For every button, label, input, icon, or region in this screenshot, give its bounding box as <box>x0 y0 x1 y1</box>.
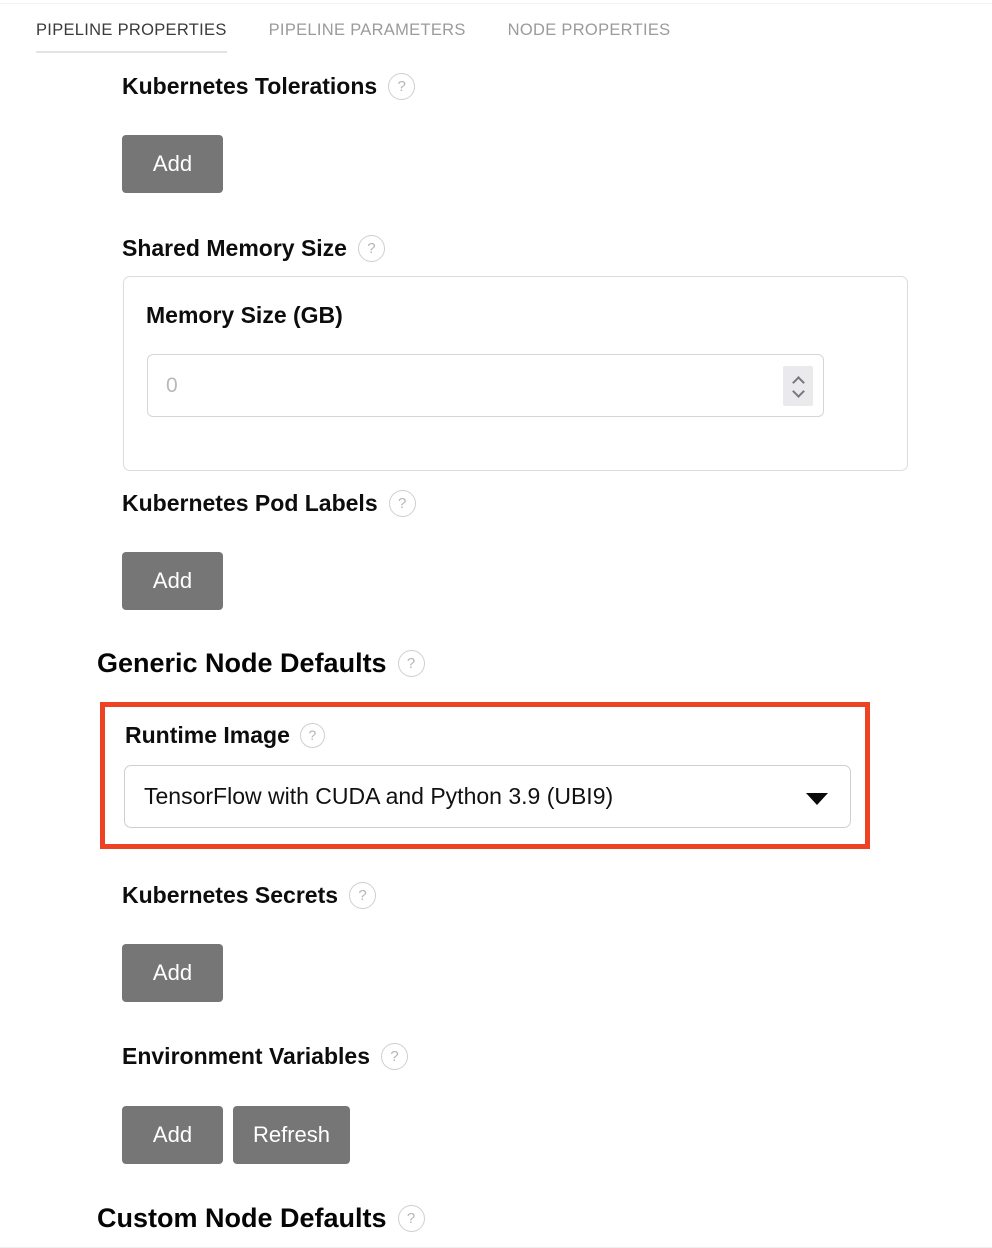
pipeline-properties-panel: Kubernetes Tolerations ? Add Shared Memo… <box>0 62 992 1248</box>
shared-memory-size-label-text: Shared Memory Size <box>122 235 347 261</box>
environment-variables-label-text: Environment Variables <box>122 1043 370 1069</box>
memory-size-label-text: Memory Size (GB) <box>146 302 343 328</box>
kubernetes-tolerations-label: Kubernetes Tolerations ? <box>122 72 416 100</box>
runtime-image-highlight-box: Runtime Image ? TensorFlow with CUDA and… <box>100 702 870 849</box>
tab-node-properties[interactable]: NODE PROPERTIES <box>508 20 671 53</box>
tab-bar: PIPELINE PROPERTIES PIPELINE PARAMETERS … <box>0 20 992 62</box>
tab-pipeline-properties[interactable]: PIPELINE PROPERTIES <box>36 20 227 53</box>
runtime-image-select[interactable]: TensorFlow with CUDA and Python 3.9 (UBI… <box>124 765 851 828</box>
help-icon[interactable]: ? <box>349 881 377 909</box>
runtime-image-label-text: Runtime Image <box>125 722 290 748</box>
kubernetes-pod-labels-label-text: Kubernetes Pod Labels <box>122 490 378 516</box>
kubernetes-secrets-label-text: Kubernetes Secrets <box>122 882 339 908</box>
refresh-environment-variables-button[interactable]: Refresh <box>233 1106 351 1164</box>
kubernetes-secrets-label: Kubernetes Secrets ? <box>122 881 377 909</box>
generic-node-defaults-heading: Generic Node Defaults ? <box>97 647 425 679</box>
generic-node-defaults-heading-text: Generic Node Defaults <box>97 648 387 678</box>
help-icon[interactable]: ? <box>388 489 416 517</box>
chevron-down-icon[interactable] <box>793 388 804 395</box>
add-toleration-button[interactable]: Add <box>122 135 223 193</box>
help-icon[interactable]: ? <box>397 1204 425 1232</box>
memory-size-label: Memory Size (GB) <box>146 301 343 329</box>
top-divider <box>0 3 992 4</box>
help-icon[interactable]: ? <box>380 1042 408 1070</box>
environment-variables-actions: Add Refresh <box>122 1106 351 1164</box>
help-icon[interactable]: ? <box>299 722 325 748</box>
chevron-up-icon[interactable] <box>793 377 804 384</box>
runtime-image-label: Runtime Image ? <box>125 721 325 749</box>
add-secret-button[interactable]: Add <box>122 944 223 1002</box>
memory-size-stepper[interactable] <box>783 365 813 406</box>
shared-memory-size-label: Shared Memory Size ? <box>122 234 385 262</box>
shared-memory-size-group: Memory Size (GB) <box>123 276 908 471</box>
help-icon[interactable]: ? <box>357 234 385 262</box>
help-icon[interactable]: ? <box>388 72 416 100</box>
runtime-image-selected-value: TensorFlow with CUDA and Python 3.9 (UBI… <box>144 783 614 809</box>
help-icon[interactable]: ? <box>397 649 425 677</box>
environment-variables-label: Environment Variables ? <box>122 1042 408 1070</box>
tab-pipeline-parameters[interactable]: PIPELINE PARAMETERS <box>269 20 466 53</box>
kubernetes-tolerations-label-text: Kubernetes Tolerations <box>122 73 378 99</box>
memory-size-input-wrap <box>147 354 824 417</box>
kubernetes-pod-labels-label: Kubernetes Pod Labels ? <box>122 489 416 517</box>
add-environment-variable-button[interactable]: Add <box>122 1106 223 1164</box>
custom-node-defaults-heading-text: Custom Node Defaults <box>97 1203 387 1233</box>
memory-size-input[interactable] <box>148 355 823 416</box>
custom-node-defaults-heading: Custom Node Defaults ? <box>97 1202 425 1234</box>
caret-down-icon[interactable] <box>806 792 828 805</box>
add-pod-label-button[interactable]: Add <box>122 552 223 610</box>
